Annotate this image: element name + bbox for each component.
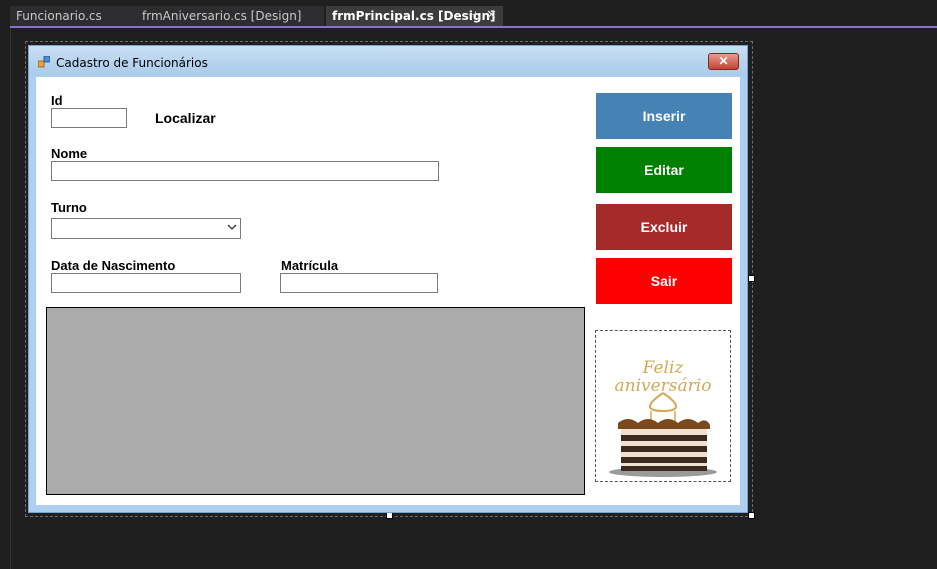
tab-frmprincipal-design[interactable]: frmPrincipal.cs [Design] ⊣ ✕ (326, 6, 503, 26)
id-label: Id (51, 93, 63, 108)
data-grid[interactable] (46, 307, 585, 495)
resize-handle-right[interactable] (748, 275, 755, 282)
resize-handle-bottom[interactable] (386, 512, 393, 519)
left-gutter (0, 28, 11, 569)
tab-label: Funcionario.cs (16, 9, 102, 23)
inserir-button[interactable]: Inserir (596, 93, 732, 139)
nascimento-field[interactable] (51, 273, 241, 293)
window-close-icon[interactable]: ✕ (708, 53, 739, 70)
pin-icon[interactable]: ⊣ (468, 6, 477, 26)
nome-field[interactable] (51, 161, 439, 181)
nascimento-label: Data de Nascimento (51, 258, 176, 273)
sair-button[interactable]: Sair (596, 258, 732, 304)
document-tab-bar: Funcionario.cs frmAniversario.cs [Design… (0, 0, 937, 27)
form-app-icon (38, 56, 50, 68)
nome-label: Nome (51, 146, 88, 161)
excluir-button[interactable]: Excluir (596, 204, 732, 250)
birthday-picture: Feliz aniversário (595, 330, 731, 482)
matricula-field[interactable] (280, 273, 438, 293)
tab-label: frmAniversario.cs [Design] (142, 9, 302, 23)
turno-label: Turno (51, 200, 87, 215)
form-window: Cadastro de Funcionários ✕ Id Localizar … (28, 45, 748, 513)
close-icon[interactable]: ✕ (486, 6, 497, 26)
form-title: Cadastro de Funcionários (56, 56, 208, 70)
form-client-area: Id Localizar Nome Turno Data de Nascimen… (36, 77, 740, 505)
form-titlebar: Cadastro de Funcionários ✕ (29, 46, 747, 76)
matricula-label: Matrícula (281, 258, 339, 273)
picture-text-line1: Feliz (642, 358, 685, 378)
dropdown-arrow-icon (227, 224, 237, 230)
resize-handle-corner[interactable] (748, 512, 755, 519)
id-field[interactable] (51, 108, 127, 128)
tab-funcionario-cs[interactable]: Funcionario.cs (10, 6, 136, 26)
localizar-label[interactable]: Localizar (155, 110, 216, 126)
editar-button[interactable]: Editar (596, 147, 732, 193)
birthday-cake-image: Feliz aniversário (609, 358, 717, 477)
turno-select[interactable] (51, 218, 241, 239)
tab-frmaniversario-design[interactable]: frmAniversario.cs [Design] (136, 6, 324, 26)
